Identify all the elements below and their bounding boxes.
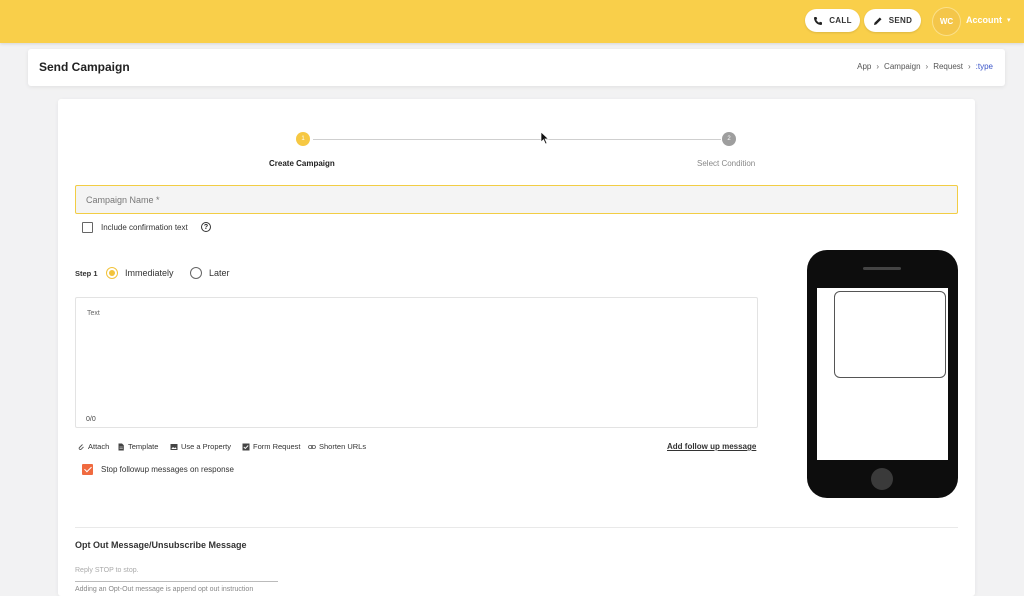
stop-followup-checkbox[interactable]	[82, 464, 93, 475]
character-counter: 0/0	[86, 416, 96, 423]
form-request-button[interactable]: Form Request	[242, 442, 301, 451]
optout-placeholder: Reply STOP to stop.	[75, 567, 139, 574]
checkbox-icon	[242, 443, 250, 450]
document-icon	[118, 443, 124, 450]
shorten-urls-label: Shorten URLs	[319, 442, 367, 451]
shorten-urls-button[interactable]: Shorten URLs	[308, 442, 366, 451]
optout-input[interactable]: Reply STOP to stop.	[75, 567, 278, 582]
link-icon	[308, 444, 316, 449]
pencil-icon	[873, 17, 882, 25]
help-glyph: ?	[203, 223, 209, 231]
breadcrumb-item-current: :type	[975, 62, 993, 71]
campaign-name-input[interactable]: Campaign Name *	[75, 185, 958, 214]
phone-speaker	[863, 267, 901, 270]
textarea-label: Text	[87, 310, 100, 317]
attach-label: Attach	[88, 442, 110, 451]
phone-screen	[817, 288, 948, 460]
step-1-indicator[interactable]: 1	[296, 132, 310, 146]
chevron-down-icon: ▾	[1007, 17, 1011, 24]
step-1-label: Create Campaign	[269, 159, 335, 168]
call-button[interactable]: CALL	[805, 9, 860, 32]
phone-preview	[807, 250, 958, 498]
account-menu[interactable]: Account ▾	[966, 15, 1011, 25]
image-icon	[170, 443, 178, 450]
template-label: Template	[128, 442, 159, 451]
phone-home-button	[871, 468, 893, 490]
call-label: CALL	[829, 16, 852, 25]
use-property-button[interactable]: Use a Property	[170, 442, 231, 451]
radio-later[interactable]	[190, 267, 202, 279]
send-label: SEND	[888, 16, 913, 25]
radio-immediately-label: Immediately	[125, 268, 174, 278]
chevron-right-icon: ›	[967, 62, 971, 71]
add-followup-link[interactable]: Add follow up message	[667, 442, 756, 451]
mouse-cursor-icon	[540, 131, 550, 145]
campaign-name-placeholder: Campaign Name *	[86, 194, 160, 205]
breadcrumb-item-campaign[interactable]: Campaign	[884, 62, 920, 71]
chevron-right-icon: ›	[876, 62, 880, 71]
section-divider	[75, 527, 958, 528]
include-confirmation-label: Include confirmation text	[101, 223, 188, 232]
include-confirmation-checkbox[interactable]	[82, 222, 93, 233]
step-1-number: 1	[301, 136, 305, 142]
form-request-label: Form Request	[253, 442, 301, 451]
optout-title: Opt Out Message/Unsubscribe Message	[75, 540, 247, 550]
step-label: Step 1	[75, 269, 98, 278]
radio-immediately[interactable]	[106, 267, 118, 279]
breadcrumb: App › Campaign › Request › :type	[857, 62, 993, 71]
chevron-right-icon: ›	[925, 62, 929, 71]
top-bar: CALL SEND WC Account ▾	[0, 0, 1024, 43]
send-button[interactable]: SEND	[864, 9, 921, 32]
use-property-label: Use a Property	[181, 442, 232, 451]
message-bubble-preview	[834, 291, 946, 378]
optout-hint: Adding an Opt-Out message is append opt …	[75, 586, 254, 593]
breadcrumb-item-request[interactable]: Request	[933, 62, 963, 71]
step-2-number: 2	[727, 136, 731, 142]
avatar-initials: WC	[939, 17, 954, 26]
phone-icon	[814, 16, 823, 25]
paperclip-icon	[78, 443, 84, 450]
message-textarea[interactable]: Text 0/0	[75, 297, 758, 428]
stop-followup-label: Stop followup messages on response	[101, 465, 234, 474]
step-2-label: Select Condition	[697, 159, 756, 168]
template-button[interactable]: Template	[117, 442, 158, 451]
attach-button[interactable]: Attach	[77, 442, 109, 451]
step-2-indicator[interactable]: 2	[722, 132, 736, 146]
page-header: Send Campaign App › Campaign › Request ›…	[28, 49, 1005, 86]
avatar[interactable]: WC	[933, 8, 960, 35]
breadcrumb-item-app[interactable]: App	[857, 62, 871, 71]
radio-later-label: Later	[209, 268, 230, 278]
help-icon[interactable]: ?	[201, 222, 211, 232]
stepper-line	[313, 139, 721, 140]
account-label: Account	[966, 15, 1002, 25]
page-title: Send Campaign	[39, 60, 130, 74]
